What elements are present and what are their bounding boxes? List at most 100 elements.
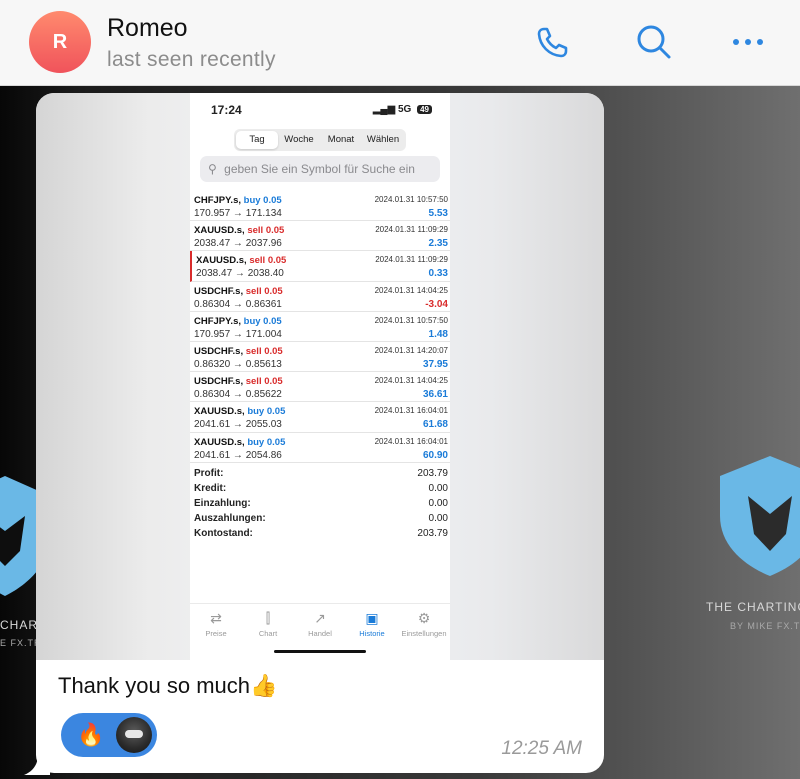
search-placeholder: geben Sie ein Symbol für Suche ein: [224, 162, 415, 176]
phone-time: 17:24: [211, 103, 242, 117]
tab-label: Preise: [205, 629, 227, 638]
summary-label: Kredit:: [194, 483, 227, 494]
trade-date: 2024.01.31 16:04:01: [374, 406, 448, 416]
chart-icon: ⫿: [265, 610, 271, 626]
trade-prices: 2041.61 → 2054.86: [194, 449, 282, 461]
network-type: 5G: [397, 104, 412, 115]
trade-symbol: USDCHF.s,: [194, 345, 244, 357]
trade-date: 2024.01.31 14:04:25: [374, 285, 448, 295]
summary-row: Einzahlung: 0.00: [190, 498, 450, 513]
trade-history-list: CHFJPY.s, buy 0.05 170.957 → 171.134 202…: [190, 191, 450, 463]
trade-row: XAUUSD.s, buy 0.05 2041.61 → 2055.03 202…: [190, 402, 450, 433]
home-indicator: [274, 650, 366, 653]
trade-symbol: XAUUSD.s,: [194, 406, 245, 418]
tab-label: Einstellungen: [401, 629, 447, 638]
signal-bars-icon: ▂▄▆: [372, 104, 396, 115]
settings-icon: ⚙: [417, 610, 431, 626]
summary-label: Auszahlungen:: [194, 513, 266, 524]
watermark-right-subtext: BY MIKE FX.TRA: [730, 621, 800, 631]
segment-waehlen: Wählen: [366, 134, 400, 145]
trade-side: sell 0.05: [245, 376, 283, 388]
more-options-icon[interactable]: [726, 20, 770, 64]
contact-status: last seen recently: [107, 48, 276, 71]
trade-date: 2024.01.31 11:09:29: [375, 255, 448, 265]
summary-label: Einzahlung:: [194, 498, 251, 509]
phone-status-bar: 17:24 ▂▄▆ 5G 49: [190, 103, 450, 119]
contact-name[interactable]: Romeo: [107, 14, 188, 43]
trade-icon: ↗: [314, 610, 326, 626]
trade-side: sell 0.05: [249, 255, 287, 267]
summary-row: Profit: 203.79: [190, 468, 450, 483]
trade-prices: 2041.61 → 2055.03: [194, 419, 282, 431]
summary-row: Auszahlungen: 0.00: [190, 513, 450, 528]
tab-label: Chart: [258, 629, 278, 638]
trade-prices: 170.957 → 171.004: [194, 328, 282, 340]
summary-value: 203.79: [417, 528, 448, 539]
trade-date: 2024.01.31 14:04:25: [374, 376, 448, 386]
trade-profit: 36.61: [422, 389, 448, 401]
summary-value: 203.79: [417, 468, 448, 479]
message-caption: Thank you so much👍: [58, 673, 278, 698]
trade-row: XAUUSD.s, sell 0.05 2038.47 → 2038.40 20…: [190, 251, 450, 282]
phone-icon[interactable]: [531, 20, 575, 64]
trade-side: sell 0.05: [247, 225, 285, 237]
trade-row: USDCHF.s, sell 0.05 0.86304 → 0.86361 20…: [190, 282, 450, 312]
trade-profit: -3.04: [425, 298, 448, 310]
trade-profit: 61.68: [422, 419, 448, 431]
trade-date: 2024.01.31 10:57:50: [374, 195, 448, 204]
trade-prices: 0.86304 → 0.85622: [194, 389, 282, 401]
trade-profit: 2.35: [428, 238, 448, 250]
trade-date: 2024.01.31 14:20:07: [374, 345, 448, 355]
trade-profit: 1.48: [428, 328, 448, 340]
signal-indicator: ▂▄▆ 5G 49: [373, 104, 432, 115]
account-summary: Profit: 203.79 Kredit: 0.00 Einzahlung: …: [190, 468, 450, 543]
trade-side: buy 0.05: [243, 195, 282, 206]
search-icon[interactable]: [632, 20, 676, 64]
tab-handel: ↗ Handel: [294, 604, 346, 643]
trade-prices: 170.957 → 171.134: [194, 208, 282, 219]
message-time: 12:25 AM: [501, 738, 582, 759]
trade-symbol: XAUUSD.s,: [194, 436, 245, 448]
trade-symbol: XAUUSD.s,: [194, 225, 245, 237]
trade-symbol: USDCHF.s,: [194, 376, 244, 388]
summary-label: Kontostand:: [194, 528, 253, 539]
trade-row: CHFJPY.s, buy 0.05 170.957 → 171.004 202…: [190, 312, 450, 342]
trade-side: buy 0.05: [247, 406, 286, 418]
trade-date: 2024.01.31 10:57:50: [374, 315, 448, 325]
trade-row: CHFJPY.s, buy 0.05 170.957 → 171.134 202…: [190, 191, 450, 222]
trade-date: 2024.01.31 16:04:01: [374, 436, 448, 446]
trade-row: USDCHF.s, sell 0.05 0.86304 → 0.85622 20…: [190, 372, 450, 403]
summary-row: Kredit: 0.00: [190, 483, 450, 498]
trade-profit: 5.53: [428, 208, 448, 219]
trade-row: USDCHF.s, sell 0.05 0.86320 → 0.85613 20…: [190, 342, 450, 373]
segment-tag: Tag: [236, 131, 278, 149]
history-icon: ▣: [365, 610, 379, 626]
trade-prices: 2038.47 → 2038.40: [196, 268, 284, 280]
trade-side: buy 0.05: [243, 315, 282, 327]
phone-tab-bar: ⇄ Preise ⫿ Chart ↗ Handel ▣ Historie ⚙ E…: [190, 603, 450, 643]
summary-value: 0.00: [428, 513, 448, 524]
reactor-avatar: [116, 717, 152, 753]
summary-value: 0.00: [428, 498, 448, 509]
symbol-search-field: ⚲ geben Sie ein Symbol für Suche ein: [200, 156, 440, 182]
period-segmented-control: Tag Woche Monat Wählen: [234, 129, 406, 151]
trade-symbol: CHFJPY.s,: [194, 315, 241, 327]
photo-attachment[interactable]: 17:24 ▂▄▆ 5G 49 Tag Woche Monat Wählen ⚲…: [36, 93, 604, 660]
battery-icon: 49: [417, 105, 432, 114]
shield-logo-icon: [720, 456, 800, 576]
avatar[interactable]: R: [29, 11, 91, 73]
prices-icon: ⇄: [210, 610, 222, 626]
summary-value: 0.00: [428, 483, 448, 494]
tab-chart: ⫿ Chart: [242, 604, 294, 643]
trade-symbol: USDCHF.s,: [194, 285, 244, 297]
trade-prices: 0.86320 → 0.85613: [194, 358, 282, 370]
chat-header: R Romeo last seen recently: [0, 0, 800, 86]
segment-woche: Woche: [284, 134, 314, 145]
tab-preise: ⇄ Preise: [190, 604, 242, 643]
message-bubble[interactable]: 17:24 ▂▄▆ 5G 49 Tag Woche Monat Wählen ⚲…: [36, 93, 604, 773]
watermark-right-text: THE CHARTING: [706, 600, 800, 614]
trade-side: sell 0.05: [245, 285, 283, 297]
reaction-chip[interactable]: 🔥: [61, 713, 157, 757]
trade-symbol: XAUUSD.s,: [196, 255, 247, 267]
trade-symbol: CHFJPY.s,: [194, 195, 241, 206]
